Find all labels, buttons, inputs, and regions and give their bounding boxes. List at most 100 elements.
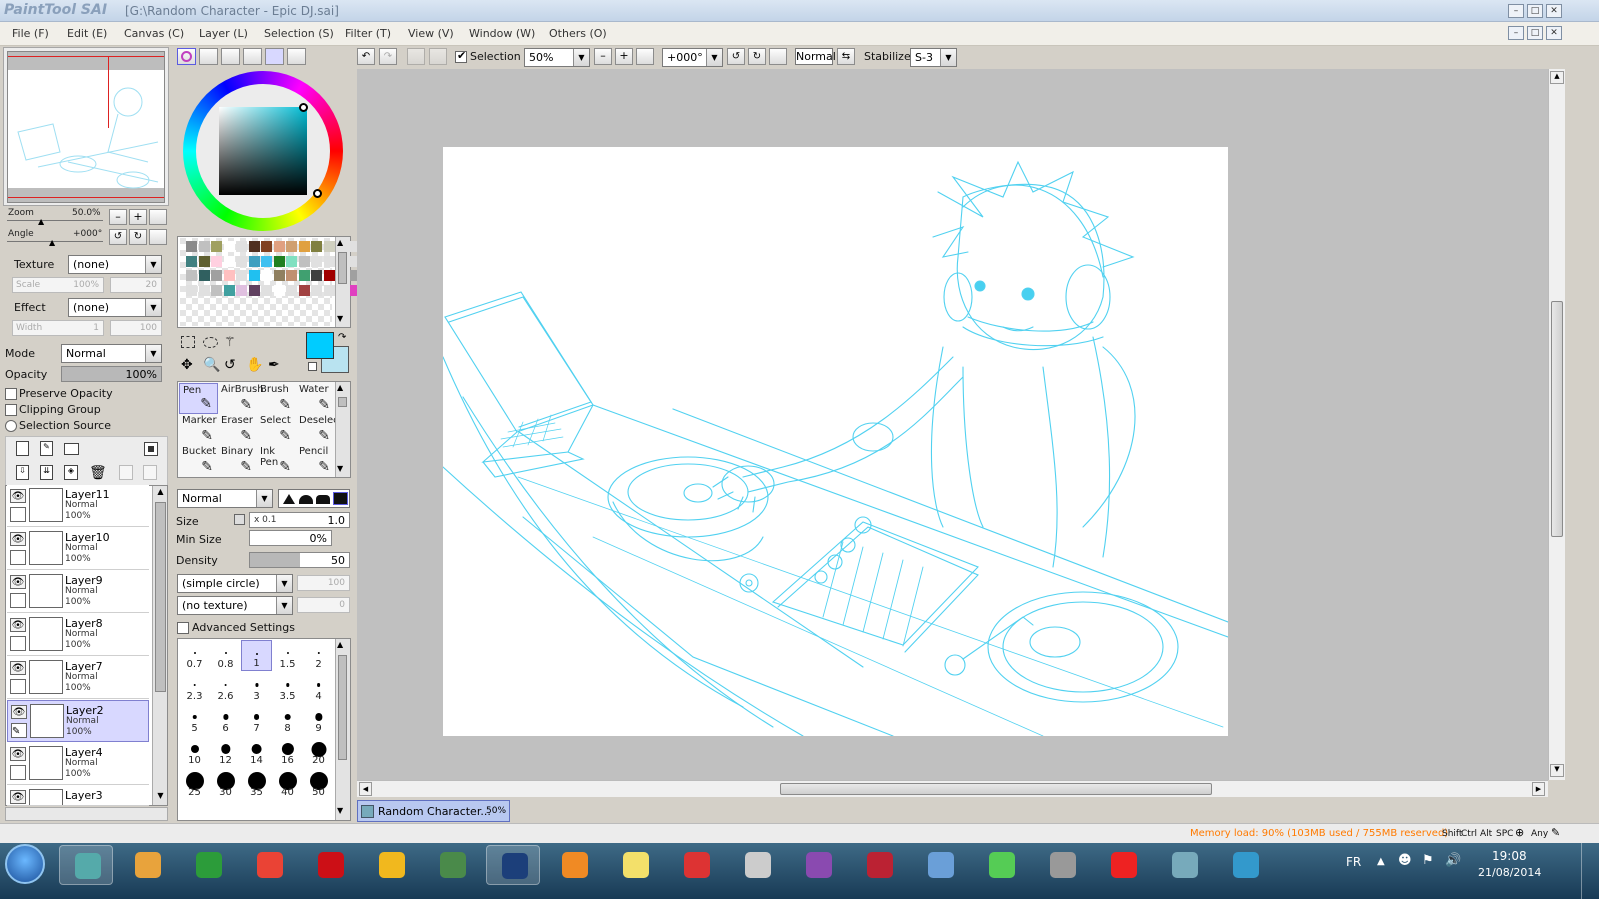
color-swatch[interactable] — [248, 270, 260, 281]
eye-icon[interactable]: 👁 — [10, 747, 26, 761]
game-icon[interactable] — [425, 845, 479, 885]
lasso-icon[interactable] — [203, 337, 218, 348]
doc-minimize-icon[interactable]: – — [1508, 26, 1524, 40]
move-icon[interactable]: ✥ — [181, 357, 193, 373]
color-swatch[interactable] — [273, 284, 285, 296]
invert-selection-icon[interactable] — [429, 48, 447, 65]
toolbar-zoom-reset-button[interactable] — [636, 48, 654, 65]
brush-size-option[interactable]: 8 — [272, 704, 303, 735]
minimize-icon[interactable]: – — [1508, 4, 1524, 18]
color-swatch[interactable] — [198, 284, 210, 296]
zoom-slider-thumb[interactable]: ▲ — [38, 217, 44, 226]
brush-size-option[interactable]: 1.5 — [272, 640, 303, 671]
flip-horizontal-icon[interactable]: ⇆ — [837, 48, 855, 65]
brush-size-option[interactable]: 3 — [241, 672, 272, 703]
clear-layer-icon[interactable]: ◈ — [64, 465, 78, 480]
toolbar-zoom-out-button[interactable]: – — [594, 48, 612, 65]
deselect-icon[interactable] — [407, 48, 425, 65]
color-swatch[interactable] — [298, 284, 310, 296]
users-app-icon[interactable] — [1157, 845, 1211, 885]
preserve-opacity-checkbox[interactable] — [5, 388, 17, 400]
brush-size-option[interactable]: 5 — [179, 704, 210, 735]
layer-row[interactable]: 👁 Layer11 Normal 100% — [7, 485, 149, 527]
color-swatch[interactable] — [261, 270, 272, 281]
tool-marker[interactable]: Marker ✎ — [179, 414, 218, 445]
layer-lock-toggle[interactable] — [10, 593, 26, 608]
brush-size-option[interactable]: 3.5 — [272, 672, 303, 703]
eye-icon[interactable]: 👁 — [11, 705, 27, 719]
default-colors-icon[interactable] — [308, 362, 317, 371]
eye-icon[interactable]: 👁 — [10, 661, 26, 675]
brush-size-option[interactable]: 50 — [303, 768, 334, 799]
tool-water[interactable]: Water ✎ — [296, 383, 335, 414]
new-layer-icon[interactable] — [16, 441, 29, 456]
maximize-icon[interactable]: □ — [1527, 4, 1543, 18]
color-swatch[interactable] — [236, 255, 247, 267]
redo-icon[interactable]: ↷ — [379, 48, 397, 65]
brush-texture-select[interactable]: (no texture) ▼ — [177, 596, 293, 615]
scanner-icon[interactable] — [730, 845, 784, 885]
brush-size-option[interactable]: 30 — [210, 768, 241, 799]
layer-mode-select[interactable]: Normal ▼ — [61, 344, 162, 363]
color-swatch[interactable] — [223, 284, 235, 296]
tool-ink-pen[interactable]: Ink Pen ✎ — [257, 445, 296, 476]
tool-binary[interactable]: Binary ✎ — [218, 445, 257, 476]
document-tab[interactable]: Random Character... 50% — [357, 800, 510, 822]
close-icon[interactable]: ✕ — [1546, 4, 1562, 18]
zoom-icon[interactable]: 🔍 — [203, 357, 220, 373]
swatch-scrollbar[interactable]: ▲ ▼ — [335, 237, 350, 327]
color-swatch[interactable] — [186, 270, 197, 281]
color-swatch[interactable] — [311, 270, 322, 281]
opera-icon[interactable] — [303, 845, 357, 885]
swap-colors-icon[interactable]: ↷ — [338, 332, 346, 343]
color-swatch[interactable] — [223, 255, 235, 267]
show-desktop-button[interactable] — [1581, 843, 1599, 899]
color-swatch[interactable] — [323, 270, 335, 281]
color-swatch[interactable] — [286, 241, 297, 252]
color-wheel[interactable] — [183, 71, 343, 231]
layer-lock-toggle[interactable] — [10, 765, 26, 780]
brush-size-option[interactable]: 1 — [241, 640, 272, 671]
color-swatch[interactable] — [323, 284, 335, 296]
merge-down-icon[interactable]: ⇊ — [40, 465, 53, 480]
brush-blend-select[interactable]: Normal ▼ — [177, 489, 273, 508]
media-player-icon[interactable] — [181, 845, 235, 885]
new-folder-icon[interactable] — [64, 443, 79, 455]
trash-icon[interactable]: 🗑 — [89, 465, 107, 481]
language-indicator[interactable]: FR — [1346, 855, 1361, 869]
swatches-mode-icon[interactable] — [265, 48, 284, 65]
layer-hscroll[interactable] — [5, 807, 168, 821]
effect-select[interactable]: (none) ▼ — [68, 298, 162, 317]
angle-slider-thumb[interactable]: ▲ — [49, 238, 55, 247]
layer-row[interactable]: 👁 Layer3 — [7, 786, 149, 806]
layer-row[interactable]: 👁 Layer7 Normal 100% — [7, 657, 149, 699]
layer-row[interactable]: 👁 Layer4 Normal 100% — [7, 743, 149, 785]
brush-size-scrollbar[interactable]: ▲ ▼ — [335, 639, 350, 820]
clock-date[interactable]: 21/08/2014 — [1478, 866, 1541, 879]
toolbar-zoom-in-button[interactable]: + — [615, 48, 633, 65]
menu-view[interactable]: View (V) — [408, 27, 454, 40]
color-swatch[interactable] — [298, 270, 310, 281]
navigator-preview[interactable] — [7, 51, 165, 203]
view-mode-button[interactable]: Normal — [795, 48, 836, 65]
color-swatch[interactable] — [248, 255, 260, 267]
menu-selection[interactable]: Selection (S) — [264, 27, 334, 40]
tool-brush[interactable]: Brush ✎ — [257, 383, 296, 414]
tool-eraser[interactable]: Eraser ✎ — [218, 414, 257, 445]
foreground-color-swatch[interactable] — [306, 332, 334, 359]
doc-close-icon[interactable]: ✕ — [1546, 26, 1562, 40]
sv-picker-handle[interactable] — [299, 103, 308, 112]
workspace-vscrollbar[interactable]: ▲ ▼ — [1548, 69, 1565, 780]
tool-pen[interactable]: Pen ✎ — [179, 383, 218, 414]
rgb-slider-mode-icon[interactable] — [199, 48, 218, 65]
action-center-icon[interactable]: ⚑ — [1422, 853, 1434, 868]
selection-checkbox[interactable]: ✔ — [455, 49, 467, 63]
color-swatch[interactable] — [273, 255, 285, 267]
color-swatch[interactable] — [248, 241, 260, 252]
layer-lock-toggle[interactable] — [10, 636, 26, 651]
color-swatch[interactable] — [236, 270, 247, 281]
color-swatch[interactable] — [211, 255, 222, 267]
color-mix-mode-icon[interactable] — [243, 48, 262, 65]
layer-row[interactable]: 👁 Layer10 Normal 100% — [7, 528, 149, 570]
density-slider[interactable]: 50 — [249, 552, 350, 568]
